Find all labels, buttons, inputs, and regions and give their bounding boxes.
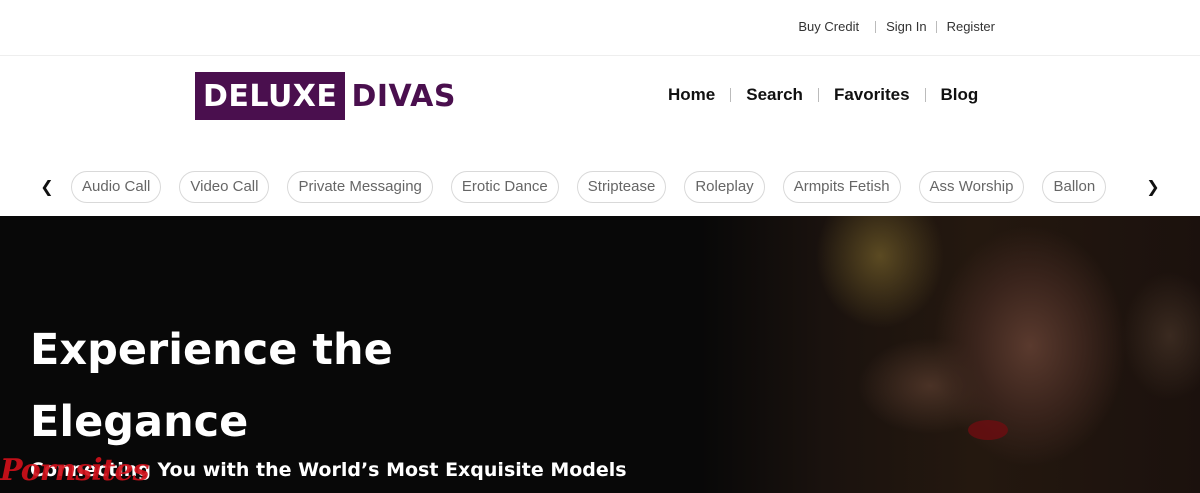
chip-erotic-dance[interactable]: Erotic Dance: [450, 171, 559, 203]
main-nav: Home Search Favorites Blog: [668, 85, 978, 105]
chevron-left-icon[interactable]: ❮: [37, 177, 57, 197]
sign-in-link[interactable]: Sign In: [886, 19, 926, 34]
category-carousel: ❮ Audio Call Video Call Private Messaging E…: [0, 171, 1200, 204]
chip-audio-call[interactable]: Audio Call: [71, 171, 162, 203]
chip-ballon[interactable]: Ballon: [1042, 171, 1107, 203]
hero-title: Experience the Elegance: [30, 325, 393, 447]
category-chip-track[interactable]: Audio Call Video Call Private Messaging Ero…: [71, 171, 1135, 204]
hero-banner: Experience the Elegance Connecting You w…: [0, 216, 1200, 493]
chip-roleplay[interactable]: Roleplay: [684, 171, 765, 203]
buy-credit-link[interactable]: Buy Credit: [798, 19, 859, 34]
divider: [817, 88, 819, 102]
site-logo[interactable]: DELUXE DIVAS: [195, 72, 456, 120]
chip-armpits-fetish[interactable]: Armpits Fetish: [782, 171, 901, 203]
divider: [924, 88, 926, 102]
register-link[interactable]: Register: [947, 19, 995, 34]
nav-search[interactable]: Search: [746, 85, 803, 105]
utility-bar: Buy Credit Sign In Register: [0, 0, 1200, 56]
chevron-right-icon[interactable]: ❯: [1143, 177, 1163, 197]
divider: [935, 20, 937, 33]
nav-blog[interactable]: Blog: [941, 85, 979, 105]
nav-favorites[interactable]: Favorites: [834, 85, 910, 105]
hero-model-image: [700, 216, 1200, 493]
watermark-logo: Pornsites: [0, 453, 149, 488]
chip-private-messaging[interactable]: Private Messaging: [287, 171, 433, 203]
hero-image-detail: [968, 420, 1008, 440]
logo-tail-text: DIVAS: [351, 78, 457, 114]
chip-striptease[interactable]: Striptease: [576, 171, 667, 203]
divider: [730, 88, 732, 102]
utility-nav: Buy Credit Sign In Register: [798, 19, 995, 34]
nav-home[interactable]: Home: [668, 85, 715, 105]
logo-box-text: DELUXE: [195, 72, 346, 120]
divider: [875, 20, 877, 33]
chip-ass-worship[interactable]: Ass Worship: [918, 171, 1025, 203]
chip-video-call[interactable]: Video Call: [179, 171, 270, 203]
